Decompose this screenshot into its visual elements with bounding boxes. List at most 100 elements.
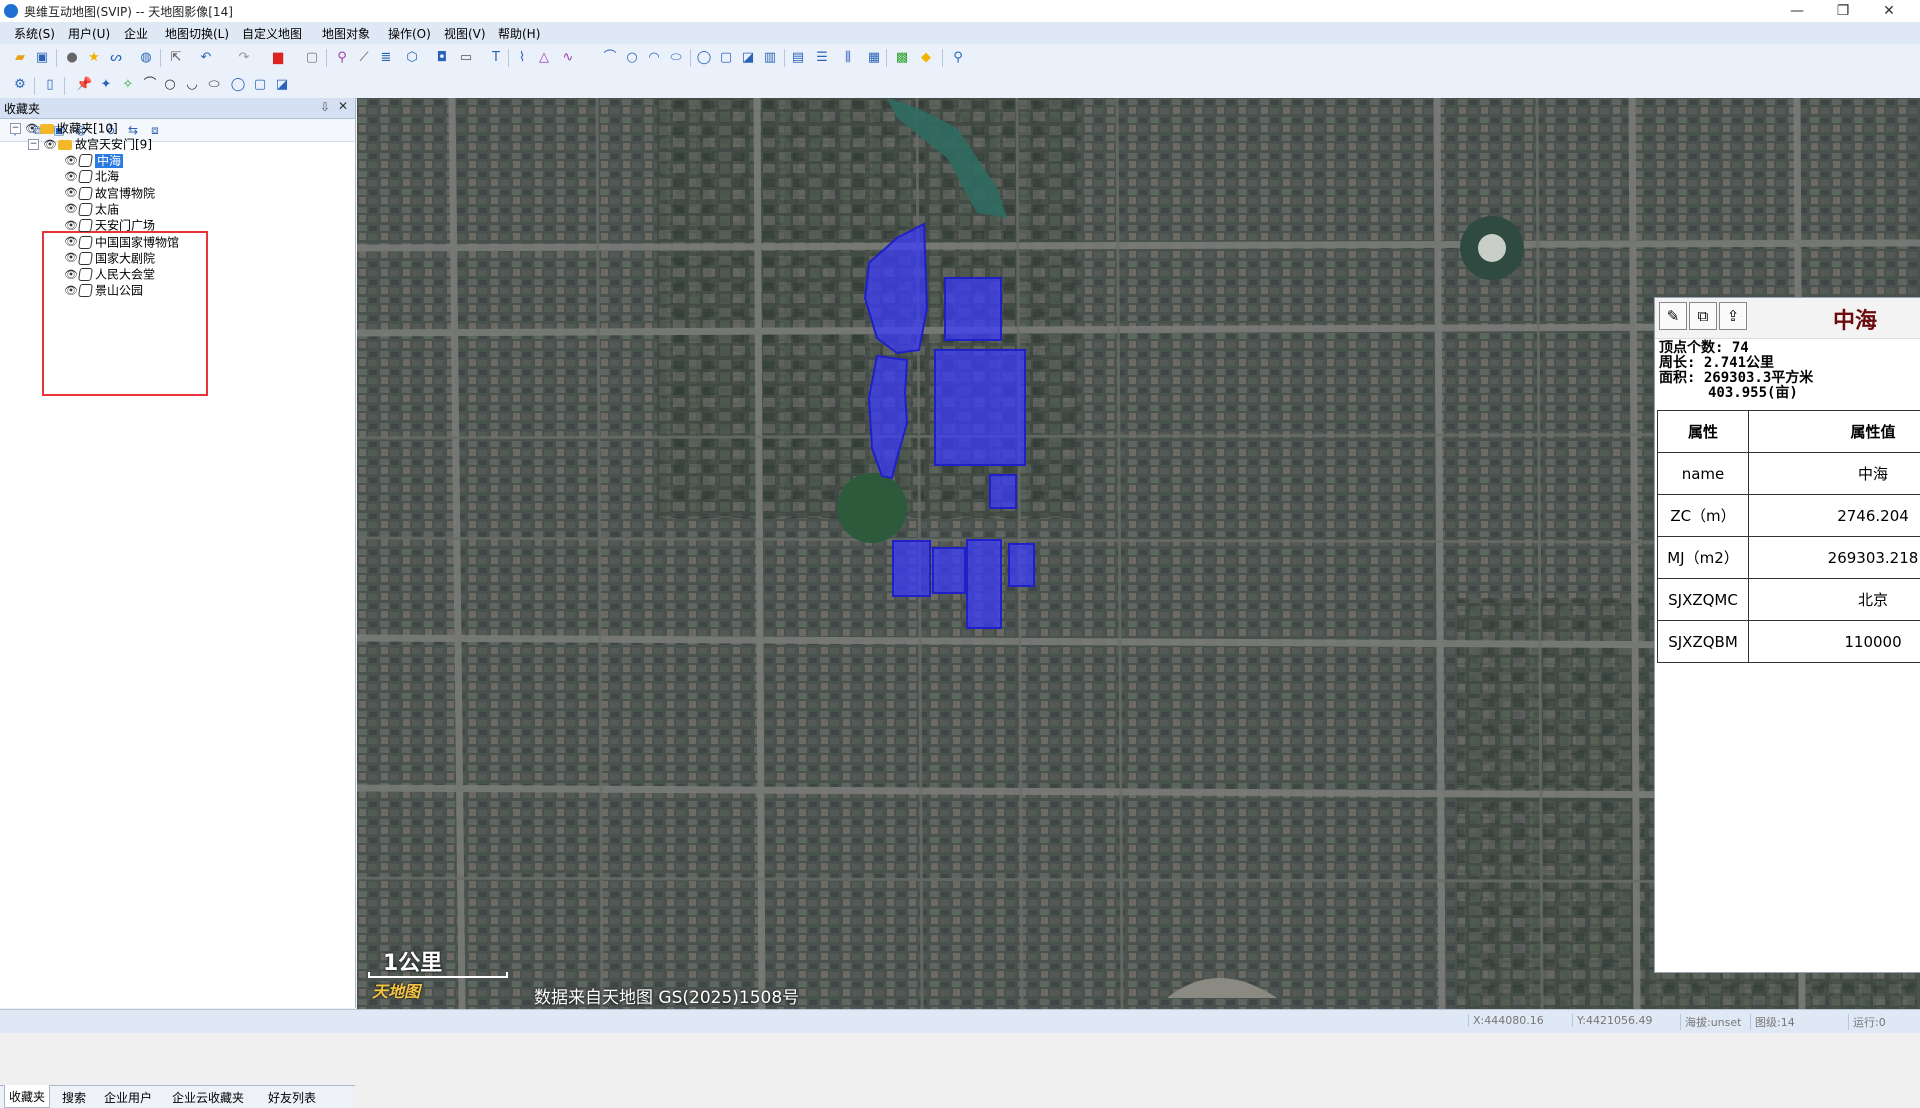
tab-favorites[interactable]: 收藏夹 <box>4 1085 50 1108</box>
shape-outline-icon[interactable]: ◯ <box>230 77 246 93</box>
curve-icon[interactable]: ∿ <box>560 50 576 66</box>
pin-green-icon[interactable]: ✧ <box>120 77 136 93</box>
polygon-outline-icon[interactable]: ◪ <box>274 77 290 93</box>
columns-icon[interactable]: ⫼ <box>840 50 856 66</box>
document-icon[interactable]: ▦ <box>866 50 882 66</box>
pin-yellow-icon[interactable]: 📌 <box>76 77 92 93</box>
export-icon[interactable]: ⇪ <box>1719 302 1747 330</box>
camera-icon[interactable]: ◘ <box>434 50 450 66</box>
redo-icon[interactable]: ↷ <box>236 50 252 66</box>
link-icon[interactable]: ᔕ <box>108 50 124 66</box>
polygon-great-hall[interactable] <box>933 548 965 593</box>
tab-search[interactable]: 搜索 <box>62 1089 86 1106</box>
area: 面积: 269303.3平方米 <box>1659 371 1813 386</box>
polygon-icon <box>78 252 93 265</box>
list-icon[interactable]: ☰ <box>814 50 830 66</box>
minimize-icon[interactable]: — <box>1774 0 1820 22</box>
menu-bar: 系统(S) 用户(U) 企业 地图切换(L) 自定义地图 地图对象 操作(O) … <box>0 22 1920 44</box>
circle-fill-icon[interactable]: ◯ <box>696 50 712 66</box>
open-folder-icon[interactable]: ▰ <box>12 50 28 66</box>
polygon-icon <box>78 203 93 216</box>
polygon-tool-icon[interactable]: ⬡ <box>404 50 420 66</box>
arc-circle-icon[interactable]: ◠ <box>646 50 662 66</box>
menu-view[interactable]: 视图(V) <box>444 25 486 42</box>
table-icon[interactable]: ▤ <box>790 50 806 66</box>
tab-friends[interactable]: 好友列表 <box>268 1089 316 1106</box>
rectangle-select-icon[interactable]: ▢ <box>304 50 320 66</box>
vip-icon[interactable]: ◆ <box>918 50 934 66</box>
menu-help[interactable]: 帮助(H) <box>498 25 540 42</box>
polyline-icon[interactable]: ⌇ <box>514 50 530 66</box>
ellipse-outline-icon[interactable]: ⬭ <box>206 77 222 93</box>
message-icon[interactable]: ▩ <box>894 50 910 66</box>
menu-custom-map[interactable]: 自定义地图 <box>242 25 302 42</box>
arc-outline-icon[interactable]: ◡ <box>184 77 200 93</box>
save-icon[interactable]: ▣ <box>34 50 50 66</box>
polygon-grand-theatre[interactable] <box>893 541 930 596</box>
close-window-icon[interactable]: ✕ <box>1866 0 1912 22</box>
menu-user[interactable]: 用户(U) <box>68 25 110 42</box>
rounded-rect-icon[interactable]: ▢ <box>252 77 268 93</box>
polygon-tiananmen-square[interactable] <box>967 540 1001 628</box>
menu-system[interactable]: 系统(S) <box>14 25 55 42</box>
circle-outline-icon[interactable]: ○ <box>162 77 178 93</box>
attribute-row: name中海 <box>1658 453 1920 495</box>
rect-fill-icon[interactable]: ▢ <box>718 50 734 66</box>
collapse-icon[interactable]: − <box>10 123 21 134</box>
status-level: 图级:14 <box>1750 1014 1795 1030</box>
map-view[interactable]: ✎ ⧉ ⇪ 中海 ✦ ✕ 顶点个数: 74 周长: 2.741公里 面积: 26… <box>357 98 1920 1009</box>
line-icon[interactable]: ⌒ <box>142 77 158 93</box>
ruler-icon[interactable]: ⟋ <box>356 50 372 66</box>
attribute-key: MJ（m2） <box>1658 537 1749 579</box>
triangle-icon[interactable]: △ <box>536 50 552 66</box>
favorite-star-icon[interactable]: ★ <box>86 50 102 66</box>
pin-blue-icon[interactable]: ✦ <box>98 77 114 93</box>
close-panel-icon[interactable]: ✕ <box>338 99 348 113</box>
attribute-value: 北京 <box>1749 579 1920 621</box>
undo-icon[interactable]: ↶ <box>198 50 214 66</box>
tab-enterprise-users[interactable]: 企业用户 <box>104 1089 152 1106</box>
eye-icon[interactable]: 👁 <box>43 135 55 155</box>
settings-gear-icon[interactable]: ⚙ <box>12 77 28 93</box>
marker-icon[interactable]: ⚲ <box>334 50 350 66</box>
status-x: X:444080.16 <box>1468 1014 1544 1027</box>
shape-icon[interactable]: ◪ <box>740 50 756 66</box>
menu-operation[interactable]: 操作(O) <box>388 25 431 42</box>
secondary-toolbar: ⚙ ▯ 📌 ✦ ✧ ⌒ ○ ◡ ⬭ ◯ ▢ ◪ <box>0 72 1920 99</box>
polygon-national-museum[interactable] <box>1009 544 1034 586</box>
user-icon[interactable]: ● <box>64 50 80 66</box>
circle-icon[interactable]: ○ <box>624 50 640 66</box>
text-icon[interactable]: T <box>488 50 504 66</box>
polygon-gugong[interactable] <box>935 350 1025 465</box>
polygon-jingshan[interactable] <box>945 278 1001 340</box>
eye-icon[interactable]: 👁 <box>64 281 76 301</box>
favorite-item[interactable]: 👁景山公园 <box>64 280 143 300</box>
edit-icon[interactable]: ✎ <box>1659 302 1687 330</box>
globe-icon[interactable]: ◍ <box>138 50 154 66</box>
menu-map-objects[interactable]: 地图对象 <box>322 25 370 42</box>
tab-enterprise-cloud[interactable]: 企业云收藏夹 <box>172 1089 244 1106</box>
select-icon[interactable]: ⇱ <box>168 50 184 66</box>
polygon-taimiao[interactable] <box>990 475 1016 508</box>
delete-icon[interactable]: ▆ <box>270 50 286 66</box>
maximize-icon[interactable]: ❐ <box>1820 0 1866 22</box>
pin-panel-icon[interactable]: ⇩ <box>320 100 330 114</box>
menu-map-switch[interactable]: 地图切换(L) <box>165 25 229 42</box>
menu-enterprise[interactable]: 企业 <box>124 25 148 42</box>
copy-icon[interactable]: ⧉ <box>1689 302 1717 330</box>
ellipse-icon[interactable]: ⬭ <box>668 50 684 66</box>
panel-header: 收藏夹 ⇩ ✕ <box>0 98 355 119</box>
header-value: 属性值 <box>1749 411 1920 453</box>
screen-icon[interactable]: ▭ <box>458 50 474 66</box>
feature-info-popup: ✎ ⧉ ⇪ 中海 ✦ ✕ 顶点个数: 74 周长: 2.741公里 面积: 26… <box>1654 297 1920 973</box>
arc-icon[interactable]: ⌒ <box>602 50 618 66</box>
search-icon[interactable]: ⚲ <box>950 50 966 66</box>
layers-icon[interactable]: ≣ <box>378 50 394 66</box>
grid-icon[interactable]: ▥ <box>762 50 778 66</box>
collapse-icon[interactable]: − <box>28 139 39 150</box>
status-bar: X:444080.16 Y:4421056.49 海拔:unset 图级:14 … <box>0 1009 1920 1033</box>
attribute-row: SJXZQMC北京 <box>1658 579 1920 621</box>
attribute-value: 110000 <box>1749 621 1920 663</box>
new-doc-icon[interactable]: ▯ <box>42 77 58 93</box>
main-toolbar: ▰ ▣ ● ★ ᔕ ◍ ⇱ ↶ ↷ ▆ ▢ ⚲ ⟋ ≣ ⬡ ◘ ▭ T ⌇ △ … <box>0 44 1920 73</box>
